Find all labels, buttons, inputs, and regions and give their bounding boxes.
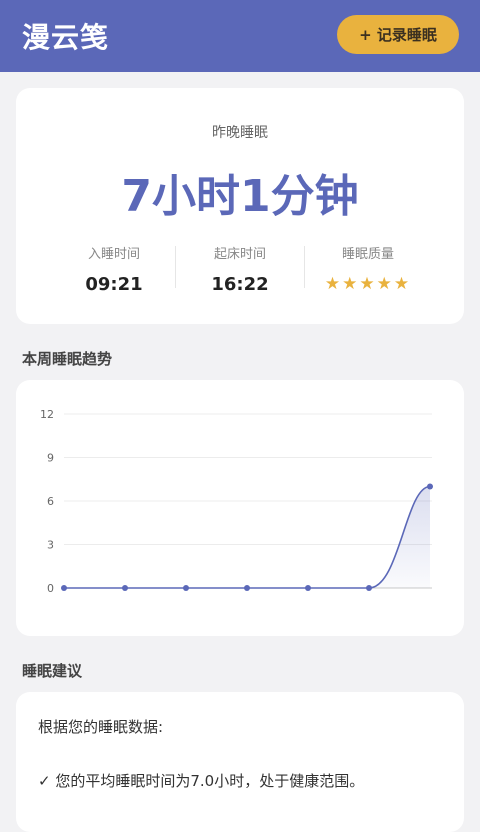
trend-section-title: 本周睡眠趋势 — [22, 350, 113, 368]
bedtime-value: 09:21 — [85, 274, 143, 295]
advice-intro: 根据您的睡眠数据: — [38, 718, 164, 736]
waketime-stat: 起床时间 16:22 — [170, 243, 310, 295]
chart-data-point — [305, 585, 311, 591]
last-night-label: 昨晚睡眠 — [212, 125, 268, 141]
record-sleep-button[interactable]: + 记录睡眠 — [337, 15, 459, 54]
quality-stars-icon: ★★★★★ — [324, 274, 412, 294]
chart-area-fill — [64, 486, 430, 588]
chart-y-tick-label: 9 — [47, 452, 54, 465]
chart-y-tick-label: 12 — [40, 408, 54, 421]
chart-y-tick-label: 3 — [47, 539, 54, 552]
chart-data-point — [122, 585, 128, 591]
chart-data-point — [183, 585, 189, 591]
bedtime-stat: 入睡时间 09:21 — [44, 243, 184, 295]
app-header: 漫云笺 + 记录睡眠 — [0, 0, 480, 72]
sleep-advice-card: 根据您的睡眠数据: ✓ 您的平均睡眠时间为7.0小时，处于健康范围。 — [16, 692, 464, 832]
chart-series-line — [64, 485, 431, 589]
sleep-duration: 7小时1分钟 — [121, 171, 359, 222]
last-night-summary-card: 昨晚睡眠 7小时1分钟 入睡时间 09:21 起床时间 16:22 睡眠质量 ★… — [16, 88, 464, 324]
advice-line: ✓ 您的平均睡眠时间为7.0小时，处于健康范围。 — [38, 772, 365, 790]
chart-data-point — [366, 585, 372, 591]
chart-y-tick-label: 6 — [47, 495, 54, 508]
advice-section-title: 睡眠建议 — [22, 662, 83, 680]
chart-y-tick-label: 0 — [47, 582, 54, 595]
quality-label: 睡眠质量 — [341, 247, 394, 262]
chart-data-point — [427, 483, 433, 490]
waketime-label: 起床时间 — [213, 247, 266, 262]
waketime-value: 16:22 — [211, 274, 269, 295]
app-title: 漫云笺 — [22, 21, 110, 54]
chart-data-point — [244, 585, 250, 591]
bedtime-label: 入睡时间 — [87, 247, 140, 262]
chart-data-point — [61, 585, 67, 591]
quality-stat: 睡眠质量 ★★★★★ — [298, 243, 438, 294]
sleep-trend-chart-card: 12 9 6 3 0 — [16, 380, 464, 636]
sleep-trend-chart: 12 9 6 3 0 — [40, 408, 433, 595]
